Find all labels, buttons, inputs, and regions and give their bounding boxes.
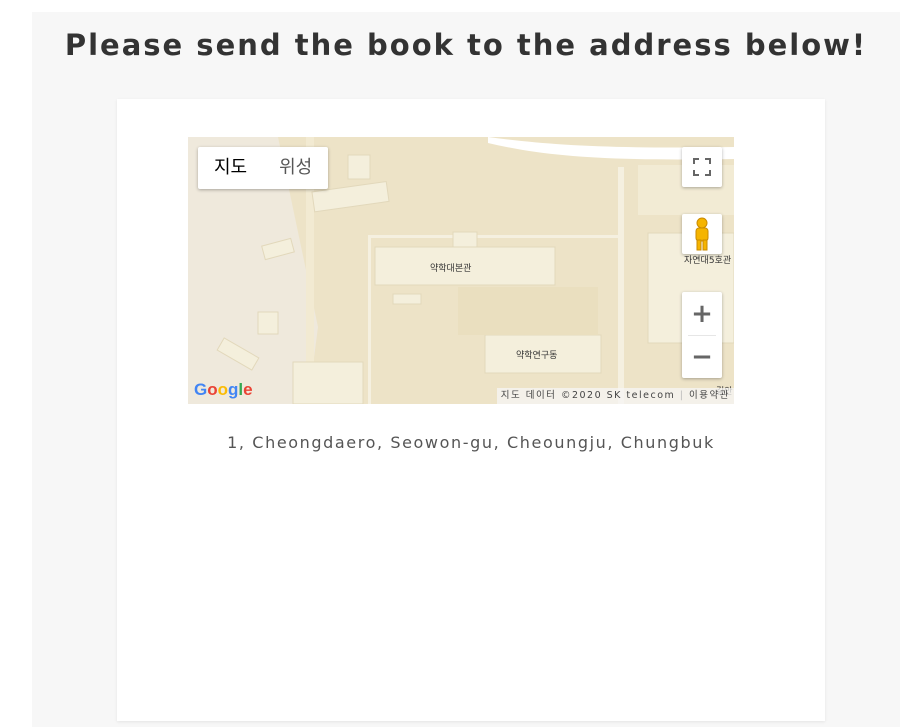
page-heading: Please send the book to the address belo…	[64, 28, 868, 62]
map-label-right-building: 자연대5호관	[684, 256, 732, 266]
fullscreen-icon	[693, 158, 711, 176]
map-label-research-building: 약학연구동	[516, 351, 558, 361]
google-logo: Google	[194, 380, 253, 399]
map-type-control: 지도 위성	[198, 147, 329, 189]
zoom-out-button[interactable]: −	[682, 335, 722, 378]
zoom-in-button[interactable]: +	[682, 292, 722, 335]
zoom-divider	[688, 335, 716, 336]
terms-link[interactable]: 이용약관	[689, 390, 730, 401]
map-attribution: 지도 데이터 ©2020 SK telecom | 이용약관	[496, 388, 734, 404]
page-background: Please send the book to the address belo…	[32, 12, 900, 727]
map-widget[interactable]: 지도 위성 + − 약학대본관 약학연구동 자연대5호관 Google 지도 데…	[188, 137, 734, 404]
map-type-satellite-button[interactable]: 위성	[263, 147, 328, 189]
map-label-main-building: 약학대본관	[430, 264, 472, 274]
street-view-pegman[interactable]	[682, 214, 722, 254]
map-type-map-button[interactable]: 지도	[198, 147, 263, 189]
address-text: 1, Cheongdaero, Seowon-gu, Cheoungju, Ch…	[227, 433, 715, 452]
pegman-icon	[695, 217, 709, 251]
zoom-control: + −	[682, 292, 722, 378]
fullscreen-button[interactable]	[682, 147, 722, 187]
map-data-credit: 지도 데이터 ©2020 SK telecom	[500, 390, 676, 401]
address-card: 지도 위성 + − 약학대본관 약학연구동 자연대5호관 Google 지도 데…	[117, 99, 825, 721]
